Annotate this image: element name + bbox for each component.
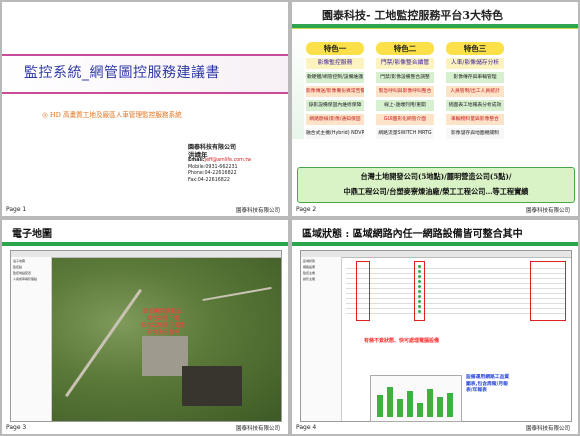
slide-4: 區域狀態 : 區域網路內任一網路設備皆可整合其中 區域狀態 網路設備 監控主機 … [292,220,578,434]
annotation-line: 灰色表示暫停 [146,330,180,336]
status-main: 有條不紊狀態、快可處理電腦設備 設備運用網路工品質 圖表,包含周報/月報 表/年… [342,258,571,422]
feature-item: 影像傳送/影像備份異常告警 [306,86,364,97]
sidebar-item[interactable]: 電子地圖 [13,259,49,263]
page-number: Page 2 [296,206,317,213]
clients-box: 台灣土地開發公司(5地點)/麗明營造公司(5點)/ 中鼎工程公司/台塑麥寮煉油廠… [297,167,575,203]
feature-item: 軟硬體/網管控制/設備維護 [306,72,364,83]
annotation-line: 攝影機狀態顯示: [142,309,184,315]
page-number: Page 3 [6,424,27,431]
highlight-box [356,261,370,321]
sidebar-item[interactable]: 監控點 [13,265,49,269]
chart-bar [427,389,433,417]
slide-footer: Page 2 園泰科技有限公司 [292,203,578,216]
heading-rule [2,242,288,246]
feature-column-2: 特色二 門禁/影像整合續管 門禁/影像設備整合調整 緊急呼叫與影像呼叫整合 線上… [376,42,434,139]
heading-rule-accent [292,28,578,29]
annotation-line: 表/年報表 [466,388,487,393]
highlight-box [530,261,566,321]
feature-item: 人員管制/出工人員統計 [446,86,504,97]
feature-subheader: 人車/影像儲存分析 [446,58,504,69]
camera-status-annotation: 攝影機狀態顯示: 綠色狀態正常 紅色狀態表示異常 灰色表示暫停 [141,309,185,337]
feature-column-3: 特色三 人車/影像儲存分析 影像傳存與車輛管理 人員管制/出工人員統計 統圖表工… [446,42,504,139]
annotation-line: 紅色狀態表示異常 [141,323,186,329]
feature-item: 錄影設備保固內維修保障 [306,100,364,111]
feature-item: 影像儲存與地圖機關制 [446,128,504,139]
footer-company: 園泰科技有限公司 [235,208,280,214]
feature-column-1: 特色一 影像監控服務 軟硬體/網管控制/設備維護 影像傳送/影像備份異常告警 錄… [306,42,364,139]
highlight-box [414,261,425,321]
title-bar-bottom [2,92,288,94]
sidebar-item[interactable]: 錄影主機 [303,277,339,281]
slide-1: 監控系統_網管圖控服務建議書 ◎ HD 高畫質工地及廠區人車管理監控服務系統 園… [2,2,288,216]
map-road [202,286,272,302]
chart-bar [397,399,403,417]
clients-line-2: 中鼎工程公司/台塑麥寮煉油廠/榮工工程公司…等工程實績 [343,187,529,196]
annotation-line: 設備運用網路工品質 [466,375,510,380]
app-sidebar: 區域狀態 網路設備 監控主機 錄影主機 [301,257,342,421]
sidebar-item[interactable]: 人員或車輛管理點 [13,277,49,281]
emap-screenshot: 電子地圖 監控點 監控地點配置 人員或車輛管理點 攝影機狀態顯示: 綠色狀態正常… [10,250,282,422]
feature-subheader: 影像監控服務 [306,58,364,69]
chart-bar [407,391,413,417]
sidebar-item[interactable]: 網路設備 [303,265,339,269]
feature-item: 融合式主機(Hybrid) NDVR [306,128,364,139]
map-road [64,288,143,398]
map-site-area [182,366,242,406]
feature-item: GUI圖形化網管介面 [376,114,434,125]
feature-header: 特色二 [376,42,434,55]
app-sidebar: 電子地圖 監控點 監控地點配置 人員或車輛管理點 [11,257,52,421]
footer-company: 園泰科技有限公司 [525,208,570,214]
feature-item: 網路斷線/影像/通知保固 [306,114,364,125]
slide-title: 監控系統_網管圖控服務建議書 [24,65,220,81]
slide-subtitle: ◎ HD 高畫質工地及廠區人車管理監控服務系統 [42,111,182,119]
slide-footer: Page 1 園泰科技有限公司 [2,203,288,216]
feature-subheader: 門禁/影像整合續管 [376,58,434,69]
feature-header: 特色三 [446,42,504,55]
chart-bar [437,397,443,417]
feature-item: 線上-遠端列用/重開 [376,100,434,111]
page-number: Page 4 [296,424,317,431]
chart-bar [387,387,393,417]
feature-item: 車輛物料量與影像整合 [446,114,504,125]
slide-2: 園泰科技- 工地監控服務平台3大特色 特色一 影像監控服務 軟硬體/網管控制/設… [292,2,578,216]
footer-company: 園泰科技有限公司 [525,426,570,432]
contact-phone: Phone:04-22616822 [188,171,237,177]
feature-header: 特色一 [306,42,364,55]
chart-bar [447,393,453,417]
chart-annotation: 設備運用網路工品質 圖表,包含周報/月報 表/年報表 [466,375,509,395]
slide-heading: 電子地圖 [12,229,52,240]
slide-footer: Page 4 園泰科技有限公司 [292,421,578,434]
sidebar-item[interactable]: 區域狀態 [303,259,339,263]
sidebar-item[interactable]: 監控主機 [303,271,339,275]
heading-rule [292,242,578,246]
feature-item: 影像傳存與車輛管理 [446,72,504,83]
footer-company: 園泰科技有限公司 [235,426,280,432]
chart-bar [417,403,423,417]
table-annotation: 有條不紊狀態、快可處理電腦設備 [364,338,440,344]
traffic-chart [370,375,462,422]
feature-item: 網路流量SWITCH MRTG [376,128,434,139]
email-link[interactable]: jeff@amlife.com.tw [205,158,251,163]
slide-footer: Page 3 園泰科技有限公司 [2,421,288,434]
page-number: Page 1 [6,206,27,213]
side-decoration [292,29,304,139]
slide-3: 電子地圖 電子地圖 監控點 監控地點配置 人員或車輛管理點 攝影機狀態顯示: 綠… [2,220,288,434]
aerial-map[interactable] [52,258,281,421]
contact-email: Email:jeff@amlife.com.tw [188,158,252,164]
slide-heading: 園泰科技- 工地監控服務平台3大特色 [322,9,504,22]
contact-fax: Fax:04-22616822 [188,177,230,183]
network-status-screenshot: 區域狀態 網路設備 監控主機 錄影主機 有條不紊狀態、快可處理電腦設備 設備運用… [300,250,572,422]
clients-line-1: 台灣土地開發公司(5地點)/麗明營造公司(5點)/ [360,172,512,181]
feature-item: 統圖表工地報表分析成效 [446,100,504,111]
feature-item: 緊急呼叫與影像呼叫整合 [376,86,434,97]
feature-item: 門禁/影像設備整合調整 [376,72,434,83]
chart-bar [377,395,383,417]
sidebar-item[interactable]: 監控地點配置 [13,271,49,275]
annotation-line: 綠色狀態正常 [146,316,180,322]
slide-heading: 區域狀態 : 區域網路內任一網路設備皆可整合其中 [302,229,523,240]
contact-block: 園泰科技有限公司 洪靖年 Email:jeff@amlife.com.tw Mo… [188,144,252,185]
